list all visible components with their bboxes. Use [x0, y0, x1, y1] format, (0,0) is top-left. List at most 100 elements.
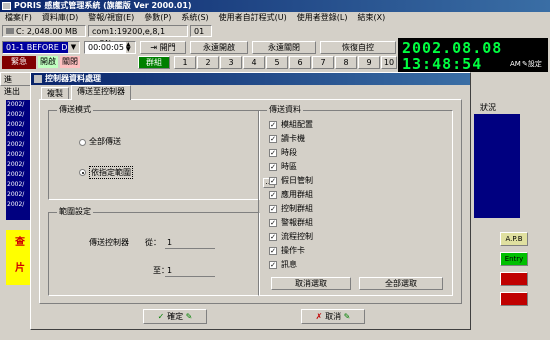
number-button-4[interactable]: 4: [243, 56, 265, 69]
spin-arrows-icon[interactable]: ▲ ▼: [126, 42, 135, 53]
always-open-button[interactable]: 永遠開啟: [190, 41, 248, 54]
check-card-reader-label: 讀卡機: [281, 134, 305, 143]
number-button-8[interactable]: 8: [335, 56, 357, 69]
number-button-3[interactable]: 3: [220, 56, 242, 69]
status-list[interactable]: [474, 114, 520, 218]
app-icon: [2, 2, 11, 10]
status-column-header: 狀況: [480, 103, 496, 112]
number-button-1[interactable]: 1: [174, 56, 196, 69]
check-operation-card[interactable]: ✓: [269, 247, 277, 255]
number-button-6[interactable]: 6: [289, 56, 311, 69]
app-title: PORIS 感應式管理系統 (旗艦版 Ver 2000.01): [14, 1, 192, 10]
transfer-mode-group: 傳送模式 全部傳送 依指定範圍: [48, 104, 260, 200]
radio-send-range-label: 依指定範圍: [89, 166, 133, 179]
menu-system[interactable]: 系統(S): [176, 12, 213, 24]
check-app-group-label: 應用群組: [281, 190, 313, 199]
clock-time: 13:48:54: [402, 55, 483, 73]
app-title-bar: PORIS 感應式管理系統 (旗艦版 Ver 2000.01): [0, 0, 550, 12]
check-time-slot-label: 時段: [281, 148, 297, 157]
number-button-5[interactable]: 5: [266, 56, 288, 69]
menu-alarm-window[interactable]: 警報/視窗(E): [83, 12, 139, 24]
pencil-icon: ✎: [183, 312, 193, 321]
background-tab[interactable]: 進: [0, 72, 34, 86]
cancel-button[interactable]: ✗ 取消 ✎: [301, 309, 365, 324]
menu-bar: 檔案(F) 資料庫(D) 警報/視窗(E) 參數(P) 系統(S) 使用者自訂程式(U) 使…: [0, 12, 550, 24]
number-button-9[interactable]: 9: [358, 56, 380, 69]
radio-send-all-label: 全部傳送: [89, 137, 121, 146]
menu-user-programs[interactable]: 使用者自訂程式(U): [214, 12, 292, 24]
check-message[interactable]: ✓: [269, 261, 277, 269]
check-time-zone[interactable]: ✓: [269, 163, 277, 171]
transfer-data-group: 傳送資料 ✓ 模組配置 ✓ 讀卡機 ✓ 時段 ✓ 時區 ✓ 假日管制 ✓ 應用群組 ✓ 控制群…: [258, 104, 453, 296]
status-bar: C: 2,048.00 MB com1:19200,e,8,1 <ON> 01: [0, 25, 550, 48]
range-to-input[interactable]: 1: [165, 265, 215, 277]
check-holiday[interactable]: ✓: [269, 177, 277, 185]
disk-status: C: 2,048.00 MB: [2, 25, 86, 37]
dialog-title-bar: 控制器資料處理: [31, 73, 470, 85]
ok-button[interactable]: ✓ 確定 ✎: [143, 309, 207, 324]
tab-send-to-controller[interactable]: 傳送至控制器: [71, 85, 131, 100]
com-status: com1:19200,e,8,1 <ON>: [88, 25, 188, 48]
dialog-icon: [34, 75, 42, 83]
door-select[interactable]: 01-1 BEFORE D(▼: [2, 41, 80, 54]
entry-button[interactable]: Entry: [500, 252, 528, 266]
check-card-reader[interactable]: ✓: [269, 135, 277, 143]
range-controller-label: 傳送控制器: [89, 238, 129, 247]
check-alarm-group-label: 警報群組: [281, 218, 313, 227]
tab-page: 傳送模式 全部傳送 依指定範圍 範圍設定 傳送控制器 從： 1 至： 1 ...…: [39, 99, 462, 304]
close-status: 關閉: [60, 56, 80, 68]
check-holiday-label: 假日管制: [281, 176, 313, 185]
alarm-side-button-2[interactable]: [500, 292, 528, 306]
range-from-label: 從：: [145, 238, 161, 247]
transfer-data-title: 傳送資料: [267, 104, 303, 116]
pencil-icon: ✎: [341, 312, 351, 321]
check-control-group-label: 控制群組: [281, 204, 313, 213]
cross-icon: ✗: [315, 312, 326, 321]
range-settings-group: 範圍設定 傳送控制器 從： 1 至： 1: [48, 206, 260, 296]
radio-send-all[interactable]: [79, 139, 86, 146]
check-message-label: 訊息: [281, 260, 297, 269]
number-button-2[interactable]: 2: [197, 56, 219, 69]
disk-icon: [6, 28, 14, 34]
apb-button[interactable]: A.P.B: [500, 232, 528, 246]
check-time-zone-label: 時區: [281, 162, 297, 171]
alarm-side-button[interactable]: [500, 272, 528, 286]
restore-auto-button[interactable]: 恢復自控: [320, 41, 396, 54]
group-button[interactable]: 群組: [138, 56, 170, 69]
check-operation-card-label: 操作卡: [281, 246, 305, 255]
open-door-button[interactable]: ⇥ 開門: [140, 41, 186, 54]
check-time-slot[interactable]: ✓: [269, 149, 277, 157]
menu-parameters[interactable]: 參數(P): [139, 12, 176, 24]
number-button-7[interactable]: 7: [312, 56, 334, 69]
clock-ampm: AM: [510, 60, 521, 68]
check-module-config-label: 模組配置: [281, 120, 313, 129]
check-flow-control[interactable]: ✓: [269, 233, 277, 241]
controller-data-dialog: 控制器資料處理 複製 傳送至控制器 傳送模式 全部傳送 依指定範圍 範圍設定 傳…: [30, 72, 471, 330]
menu-user-login[interactable]: 使用者登錄(L): [292, 12, 353, 24]
menu-file[interactable]: 檔案(F): [0, 12, 37, 24]
time-spinner[interactable]: 00:00:05 ▲ ▼: [84, 41, 136, 54]
check-flow-control-label: 流程控制: [281, 232, 313, 241]
range-from-input[interactable]: 1: [165, 237, 215, 249]
radio-send-range[interactable]: [79, 169, 86, 176]
dialog-title: 控制器資料處理: [45, 74, 101, 83]
menu-exit[interactable]: 結束(X): [352, 12, 390, 24]
door-icon: ⇥: [150, 43, 160, 52]
num-status: 01: [190, 25, 212, 37]
number-button-10[interactable]: 10: [381, 56, 397, 69]
digital-clock: 2002.08.08 13:48:54 AM ✎設定: [398, 38, 548, 73]
chevron-down-icon[interactable]: ▼: [68, 42, 79, 53]
alarm-label: 緊急: [2, 56, 36, 69]
check-module-config[interactable]: ✓: [269, 121, 277, 129]
check-control-group[interactable]: ✓: [269, 205, 277, 213]
select-all-button[interactable]: 全部選取: [359, 277, 443, 290]
deselect-all-button[interactable]: 取消選取: [271, 277, 351, 290]
always-close-button[interactable]: 永遠關閉: [252, 41, 316, 54]
menu-database[interactable]: 資料庫(D): [37, 12, 83, 24]
check-alarm-group[interactable]: ✓: [269, 219, 277, 227]
check-app-group[interactable]: ✓: [269, 191, 277, 199]
transfer-mode-title: 傳送模式: [57, 104, 93, 116]
check-icon: ✓: [157, 312, 168, 321]
open-status: 開啟: [38, 56, 58, 68]
clock-settings[interactable]: ✎設定: [522, 59, 542, 69]
